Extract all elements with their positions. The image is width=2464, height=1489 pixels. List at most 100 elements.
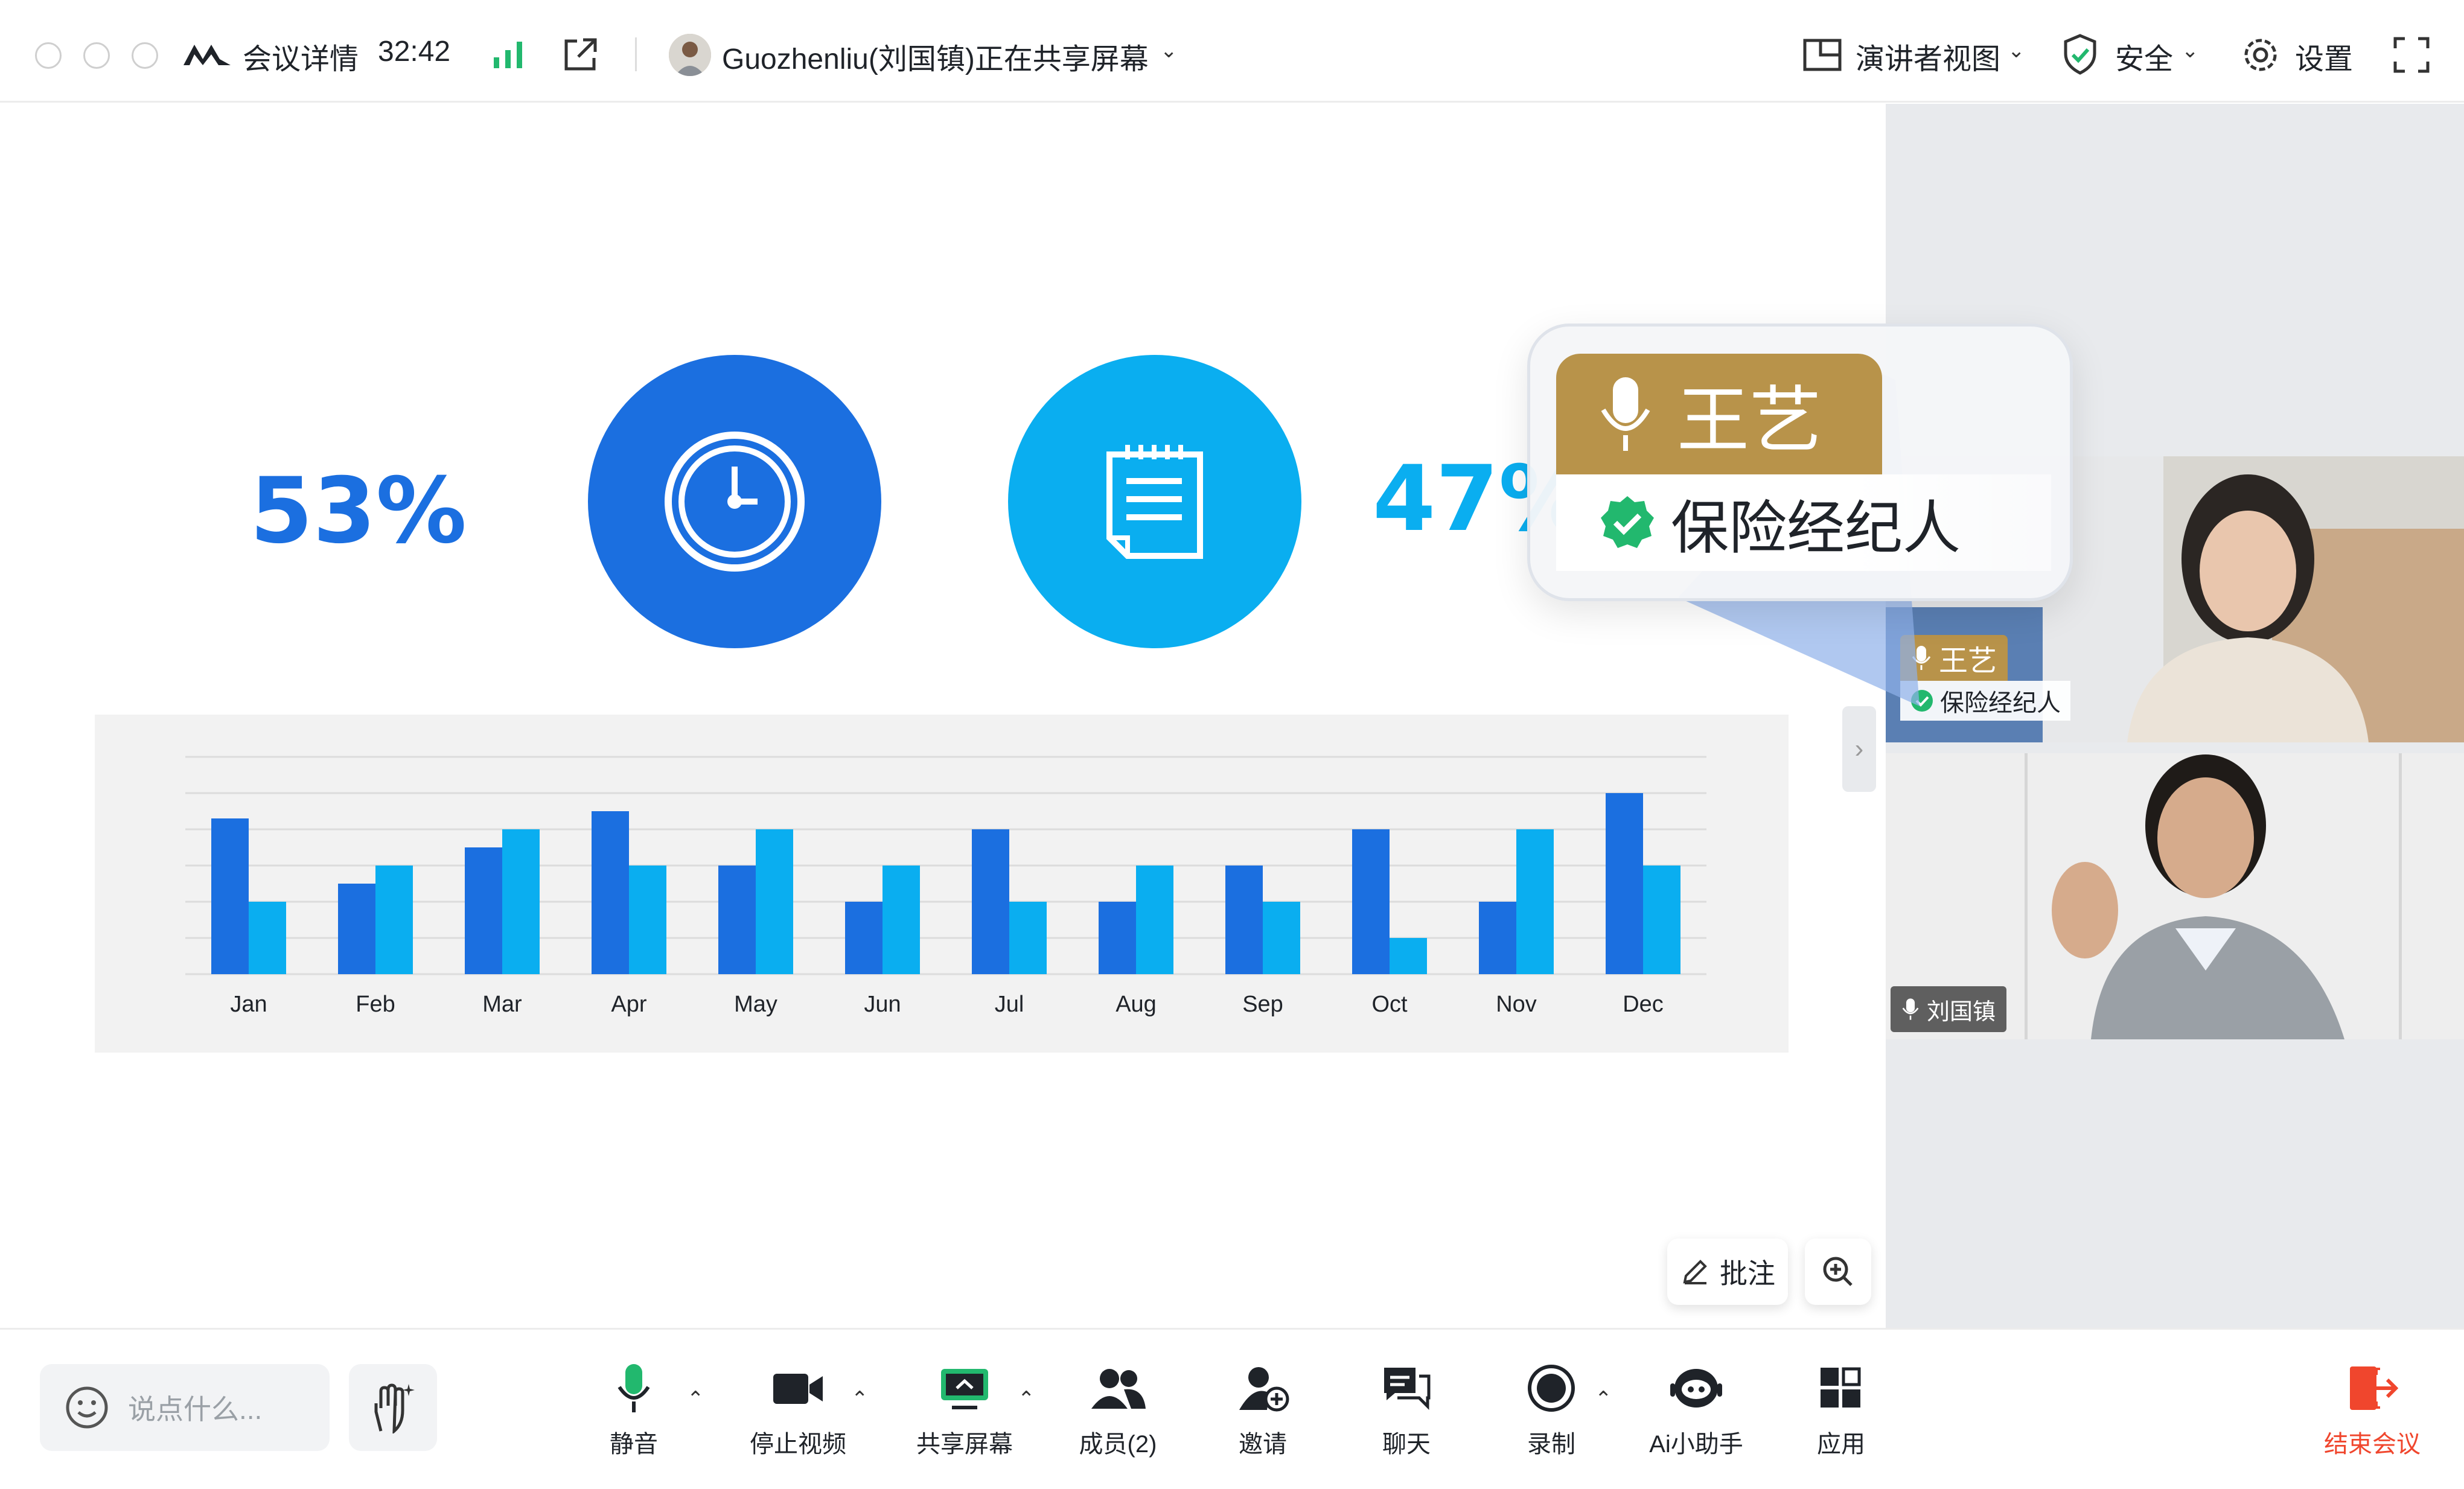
end-meeting-label: 结束会议 bbox=[2324, 1431, 2421, 1458]
chart-bar-oct-series-1 bbox=[1352, 829, 1390, 974]
external-link-icon[interactable] bbox=[560, 35, 600, 75]
chart-x-tick-label: Mar bbox=[482, 992, 522, 1017]
apps-grid-icon bbox=[1821, 1367, 1861, 1408]
share-screen-label: 共享屏幕 bbox=[916, 1431, 1013, 1458]
chart-bar-nov-series-2 bbox=[1516, 829, 1554, 974]
meeting-details-link[interactable]: 会议详情 bbox=[243, 35, 359, 77]
chart-bar-feb-series-1 bbox=[338, 884, 375, 974]
ai-assistant-label: Ai小助手 bbox=[1649, 1431, 1743, 1458]
presenter-view-icon[interactable] bbox=[1801, 35, 1843, 75]
share-options-caret[interactable]: ⌃ bbox=[1018, 1387, 1035, 1411]
apps-button[interactable]: 应用 bbox=[1805, 1363, 1877, 1459]
end-meeting-button[interactable]: 结束会议 bbox=[2312, 1363, 2433, 1459]
chart-bar-mar-series-1 bbox=[465, 847, 502, 974]
window-minimize-button[interactable] bbox=[83, 42, 110, 69]
network-signal-icon[interactable] bbox=[490, 37, 526, 71]
gear-icon[interactable] bbox=[2239, 34, 2282, 76]
callout-role: 保险经纪人 bbox=[1671, 496, 1961, 561]
chart-bar-may-series-1 bbox=[718, 866, 756, 974]
chart-bar-aug-series-1 bbox=[1099, 902, 1136, 974]
verified-badge-icon bbox=[1601, 496, 1654, 548]
meeting-window: 会议详情 32:42 Guozhenliu(刘国镇)正在共享屏幕 ⌄ 演讲者视图… bbox=[0, 0, 2464, 1489]
callout-role-tag: 保险经纪人 bbox=[1556, 474, 2051, 571]
chart-x-tick-label: Jul bbox=[995, 992, 1024, 1017]
chart-x-tick-label: Nov bbox=[1496, 992, 1537, 1017]
chart-x-tick-label: Oct bbox=[1371, 992, 1408, 1017]
window-maximize-button[interactable] bbox=[132, 42, 158, 69]
invite-label: 邀请 bbox=[1239, 1431, 1287, 1458]
chevron-down-icon[interactable]: ⌄ bbox=[2008, 39, 2025, 63]
chart-bar-mar-series-2 bbox=[502, 829, 540, 974]
window-close-button[interactable] bbox=[35, 42, 62, 69]
chart-x-tick-label: Sep bbox=[1242, 992, 1283, 1017]
chart-x-tick-label: Jun bbox=[864, 992, 901, 1017]
zoom-in-icon bbox=[1823, 1257, 1853, 1286]
sharer-avatar bbox=[669, 34, 711, 76]
video-options-caret[interactable]: ⌃ bbox=[851, 1387, 869, 1411]
chart-bar-jun-series-1 bbox=[845, 902, 883, 974]
notepad-icon bbox=[1106, 445, 1203, 559]
share-screen-button[interactable]: 共享屏幕 bbox=[910, 1363, 1019, 1459]
clock-circle bbox=[588, 355, 881, 648]
pencil-icon bbox=[1683, 1260, 1707, 1284]
stop-video-button[interactable]: 停止视频 bbox=[744, 1363, 852, 1459]
robot-icon bbox=[1670, 1369, 1722, 1408]
share-screen-icon bbox=[941, 1369, 988, 1409]
chat-placeholder: 说点什么... bbox=[128, 1394, 263, 1425]
chart-bar-sep-series-1 bbox=[1225, 866, 1263, 974]
microphone-icon bbox=[1902, 998, 1919, 1020]
chevron-down-icon[interactable]: ⌄ bbox=[1160, 39, 1178, 63]
annotate-button[interactable]: 批注 bbox=[1667, 1239, 1788, 1305]
chart-bar-jul-series-1 bbox=[972, 829, 1009, 974]
presenter-view-button[interactable]: 演讲者视图 bbox=[1856, 35, 2000, 77]
record-icon bbox=[1528, 1365, 1575, 1412]
apps-label: 应用 bbox=[1817, 1431, 1865, 1458]
bar-chart-svg: Jan Feb Mar Apr May Jun Jul Aug Sep Oct Nov Dec bbox=[185, 756, 1706, 1017]
chevron-down-icon[interactable]: ⌄ bbox=[2182, 39, 2199, 63]
record-button[interactable]: 录制 bbox=[1515, 1363, 1588, 1459]
members-label: 成员(2) bbox=[1079, 1431, 1157, 1458]
chat-button[interactable]: 聊天 bbox=[1370, 1363, 1443, 1459]
callout-name-tag: 王艺 bbox=[1556, 354, 1882, 474]
invite-button[interactable]: 邀请 bbox=[1227, 1363, 1299, 1459]
bar-chart: Jan Feb Mar Apr May Jun Jul Aug Sep Oct Nov Dec bbox=[95, 715, 1789, 1053]
chart-bar-jun-series-2 bbox=[883, 866, 920, 974]
security-button[interactable]: 安全 bbox=[2115, 35, 2173, 77]
mute-label: 静音 bbox=[610, 1431, 658, 1458]
stop-video-label: 停止视频 bbox=[750, 1431, 846, 1458]
chart-x-tick-label: Jan bbox=[230, 992, 267, 1017]
meeting-timer: 32:42 bbox=[378, 36, 451, 68]
top-bar: 会议详情 32:42 Guozhenliu(刘国镇)正在共享屏幕 ⌄ 演讲者视图… bbox=[0, 0, 2464, 103]
record-options-caret[interactable]: ⌃ bbox=[1595, 1387, 1612, 1411]
sharer-status-text[interactable]: Guozhenliu(刘国镇)正在共享屏幕 bbox=[722, 35, 1149, 77]
divider bbox=[635, 37, 637, 71]
notepad-circle bbox=[1008, 355, 1301, 648]
record-label: 录制 bbox=[1527, 1431, 1575, 1458]
emoji-icon[interactable] bbox=[64, 1385, 110, 1430]
chart-x-tick-label: Dec bbox=[1623, 992, 1664, 1017]
video-tile-liuguozhen[interactable]: 刘国镇 bbox=[1886, 753, 2464, 1039]
chart-bar-aug-series-2 bbox=[1136, 866, 1173, 974]
members-button[interactable]: 成员(2) bbox=[1064, 1363, 1172, 1459]
raise-hand-button[interactable] bbox=[349, 1364, 437, 1451]
audio-options-caret[interactable]: ⌃ bbox=[687, 1387, 704, 1411]
chart-x-tick-label: Feb bbox=[356, 992, 395, 1017]
settings-button[interactable]: 设置 bbox=[2295, 35, 2353, 77]
chart-bar-nov-series-1 bbox=[1479, 902, 1516, 974]
chat-quick-input[interactable]: 说点什么... bbox=[40, 1364, 330, 1451]
members-icon bbox=[1091, 1369, 1146, 1409]
shield-icon[interactable] bbox=[2061, 33, 2099, 76]
video-camera-icon bbox=[773, 1374, 823, 1404]
chart-bar-may-series-2 bbox=[756, 829, 793, 974]
mute-button[interactable]: 静音 bbox=[598, 1363, 670, 1459]
participant-name: 刘国镇 bbox=[1927, 999, 1996, 1025]
chart-x-tick-label: Apr bbox=[611, 992, 646, 1017]
chart-bar-apr-series-1 bbox=[592, 811, 629, 974]
chart-x-tick-label: Aug bbox=[1116, 992, 1157, 1017]
ai-assistant-button[interactable]: Ai小助手 bbox=[1642, 1363, 1751, 1459]
zoom-in-button[interactable] bbox=[1805, 1239, 1871, 1305]
app-logo-icon bbox=[182, 37, 232, 71]
fullscreen-icon[interactable] bbox=[2392, 35, 2431, 75]
raise-hand-icon bbox=[374, 1383, 415, 1433]
clock-icon bbox=[665, 432, 805, 572]
